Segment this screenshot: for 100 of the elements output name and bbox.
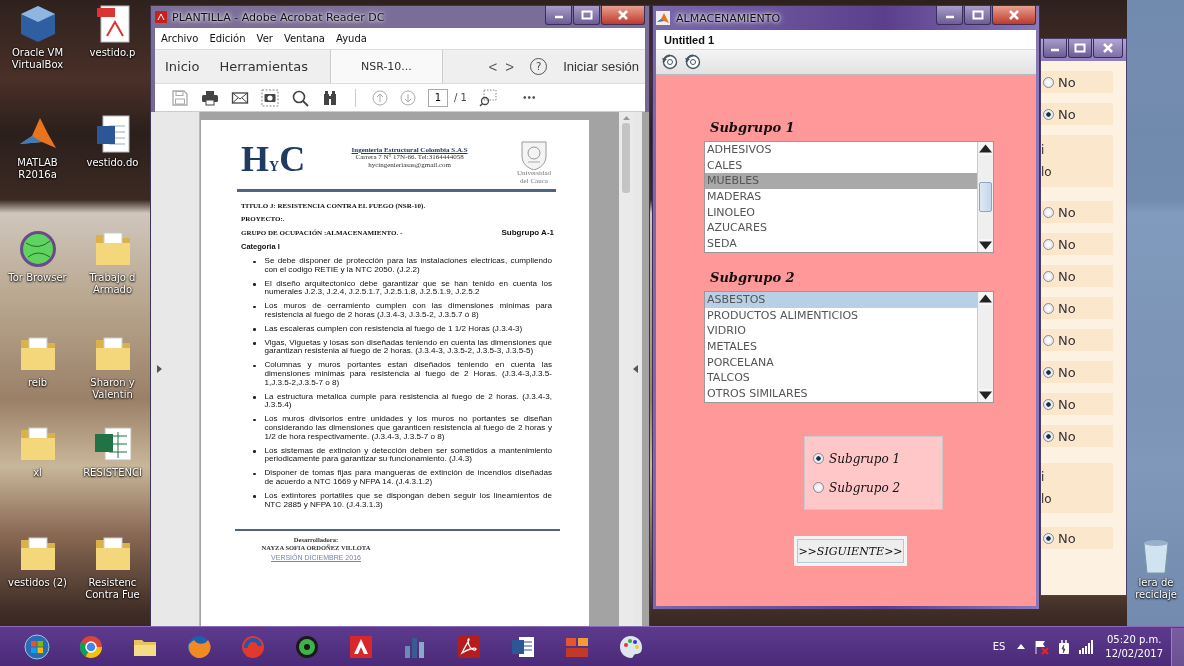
radio-button[interactable] — [1043, 302, 1054, 314]
show-desktop-button[interactable] — [1171, 627, 1184, 666]
desktop-icon-label[interactable]: vestido.p — [89, 47, 136, 59]
list-item[interactable]: VIDRIO — [705, 323, 977, 340]
menu-item[interactable]: Edición — [209, 33, 246, 44]
list-item[interactable]: METALES — [705, 339, 977, 355]
list-item[interactable]: AZUCARES — [705, 220, 977, 237]
collapse-arrow-icon[interactable] — [633, 365, 638, 373]
scroll-down-arrow-icon[interactable] — [979, 239, 992, 252]
chevron-up-icon[interactable] — [1017, 644, 1026, 649]
radio-button[interactable] — [1043, 532, 1054, 544]
triangle-logo-icon[interactable] — [348, 633, 374, 660]
list-item[interactable]: MADERAS — [705, 189, 977, 205]
maximize-icon[interactable] — [971, 10, 984, 20]
scroll-up-arrow-icon[interactable] — [979, 292, 992, 305]
radio-button[interactable] — [813, 453, 824, 464]
more-button[interactable]: ••• — [516, 91, 543, 104]
sign-in-button[interactable]: Iniciar sesión — [557, 50, 645, 83]
radio-button[interactable] — [1043, 334, 1054, 346]
clock-time[interactable]: 05:20 p.m. — [1106, 632, 1162, 647]
menu-item[interactable]: Ver — [256, 33, 273, 44]
globe-icon[interactable] — [17, 229, 58, 269]
maximize-button[interactable] — [964, 6, 991, 25]
list-item[interactable]: CALES — [705, 157, 977, 174]
scrollbar-thumb[interactable] — [622, 123, 630, 193]
desktop-icon-label[interactable]: vestidos (2) — [8, 577, 67, 589]
close-button[interactable] — [1093, 39, 1123, 58]
list-box[interactable]: ADHESIVOS CALES MUEBLES MADERAS LINOLEO AZUCARES SEDA — [704, 141, 994, 253]
menu-item[interactable]: Ventana — [283, 33, 325, 44]
next-button[interactable]: >>SIGUIENTE>> — [794, 536, 907, 566]
radio-label[interactable]: No — [1058, 428, 1076, 444]
radio-label[interactable]: No — [1058, 236, 1076, 252]
scrollbar-thumb[interactable] — [979, 182, 992, 212]
menu-item[interactable]: Archivo — [161, 33, 199, 44]
next-button[interactable]: > — [501, 50, 519, 83]
scroll-down-arrow-icon[interactable] — [979, 389, 992, 402]
radio-label[interactable]: Subgrupo 1 — [829, 451, 901, 466]
radio-label[interactable]: No — [1058, 332, 1076, 348]
close-button[interactable] — [601, 6, 645, 25]
minimize-button[interactable] — [1043, 39, 1067, 58]
scroll-up-arrow-icon[interactable] — [979, 142, 992, 155]
radio-button[interactable] — [813, 482, 824, 493]
list-item[interactable]: TALCOS — [705, 370, 977, 387]
radio-label[interactable]: No — [1058, 300, 1076, 316]
language-indicator[interactable]: ES — [992, 641, 1006, 652]
list-box[interactable]: ASBESTOS PRODUCTOS ALIMENTICIOS VIDRIO METALES PORCELANA TALCOS OTROS SIMILARES — [704, 291, 994, 403]
flag-icon[interactable] — [1033, 638, 1050, 655]
previous-button[interactable]: < — [484, 50, 502, 83]
palette-icon[interactable] — [618, 633, 644, 660]
signal-bars-icon[interactable] — [1079, 639, 1094, 654]
desktop-icon-label[interactable]: MATLAB R2016a — [0, 157, 75, 181]
list-item[interactable]: PORCELANA — [705, 354, 977, 371]
radio-label[interactable]: i — [1041, 143, 1113, 157]
list-item[interactable]: ADHESIVOS — [705, 142, 977, 158]
radio-label[interactable]: No — [1058, 74, 1076, 90]
document-logo-icon[interactable] — [456, 633, 482, 660]
close-icon[interactable] — [1102, 43, 1114, 53]
minimize-button[interactable] — [936, 6, 963, 25]
radio-label[interactable]: Subgrupo 2 — [829, 480, 901, 495]
radio-label[interactable]: No — [1058, 530, 1076, 546]
page-number-field[interactable]: 1 — [428, 88, 448, 107]
maximize-button[interactable] — [1068, 39, 1092, 58]
radio-label[interactable]: No — [1058, 204, 1076, 220]
spreadsheet-icon[interactable] — [92, 424, 133, 464]
list-item[interactable]: OTROS SIMILARES — [705, 386, 977, 402]
list-item[interactable]: PRODUCTOS ALIMENTICIOS — [705, 307, 977, 324]
print-icon[interactable] — [201, 88, 219, 107]
radio-button[interactable] — [1043, 270, 1054, 282]
radio-label[interactable]: No — [1058, 106, 1076, 122]
list-item[interactable]: LINOLEO — [705, 204, 977, 221]
radio-label[interactable]: lo — [1041, 165, 1113, 179]
clock-date[interactable]: 12/02/2017 — [1105, 646, 1163, 661]
search-icon[interactable] — [291, 88, 309, 107]
maximize-button[interactable] — [573, 6, 600, 25]
list-item[interactable]: SEDA — [705, 236, 977, 252]
start-button-icon[interactable] — [24, 633, 50, 660]
power-plug-icon[interactable] — [1057, 638, 1072, 655]
rotate-icon[interactable] — [661, 53, 679, 71]
tab[interactable]: NSR-10... — [329, 50, 443, 83]
desktop-icon-label[interactable]: Resistenc Contra Fue — [75, 577, 150, 601]
tab[interactable]: Herramientas — [209, 50, 318, 83]
radio-label[interactable]: No — [1058, 396, 1076, 412]
radio-button[interactable] — [1043, 108, 1054, 120]
menu-item[interactable]: Ayuda — [336, 33, 367, 44]
radio-button[interactable] — [1043, 366, 1054, 378]
desktop-icon-label[interactable]: Oracle VM VirtualBox — [0, 47, 75, 71]
radio-button[interactable] — [1043, 398, 1054, 410]
radio-label[interactable]: No — [1058, 364, 1076, 380]
close-button[interactable] — [992, 6, 1036, 25]
minimize-button[interactable] — [545, 6, 572, 25]
radio-label[interactable]: No — [1058, 268, 1076, 284]
expand-arrow-icon[interactable] — [157, 365, 162, 373]
maximize-icon[interactable] — [1074, 43, 1086, 53]
camera-icon[interactable] — [261, 88, 279, 107]
radio-button[interactable] — [1043, 206, 1054, 218]
radio-label[interactable]: lo — [1041, 492, 1113, 506]
radio-label[interactable]: i — [1041, 470, 1113, 484]
radio-button[interactable] — [1043, 238, 1054, 250]
desktop-icon-label[interactable]: vestido.do — [86, 157, 139, 169]
radio-button[interactable] — [1043, 430, 1054, 442]
